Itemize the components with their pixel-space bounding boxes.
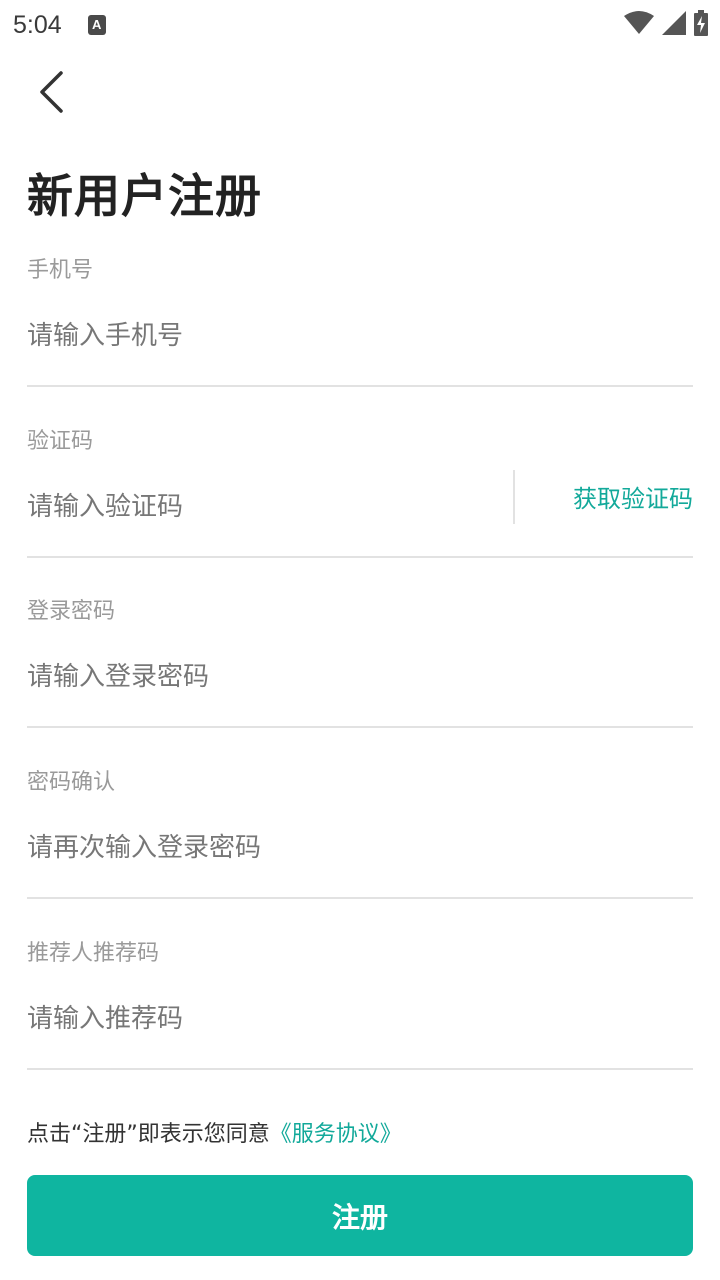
phone-input-wrap bbox=[27, 286, 693, 387]
register-button[interactable]: 注册 bbox=[27, 1175, 693, 1256]
battery-charging-icon bbox=[694, 10, 708, 40]
code-label: 验证码 bbox=[27, 429, 94, 454]
wifi-icon bbox=[624, 11, 654, 39]
register-page: 5:04 A 新用户注册 手机号 请输入手机号 验证码 请输入验证码 获取验证码… bbox=[0, 0, 720, 1280]
password-field-group: 登录密码 bbox=[27, 597, 693, 728]
confirm-password-input[interactable] bbox=[27, 817, 693, 878]
code-input-wrap: 获取验证码 bbox=[27, 457, 693, 558]
back-arrow-icon bbox=[40, 71, 63, 113]
password-label: 登录密码 bbox=[27, 599, 116, 624]
get-code-button[interactable]: 获取验证码 bbox=[573, 479, 693, 514]
page-title: 新用户注册 bbox=[27, 169, 262, 223]
referral-field-group: 推荐人推荐码 bbox=[27, 939, 693, 1070]
confirm-password-input-wrap bbox=[27, 798, 693, 899]
password-input[interactable] bbox=[27, 646, 693, 707]
password-input-wrap bbox=[27, 627, 693, 728]
confirm-password-label: 密码确认 bbox=[27, 770, 116, 795]
phone-label: 手机号 bbox=[27, 258, 94, 283]
agreement-text: 点击“注册”即表示您同意 《服务协议》 bbox=[27, 1116, 402, 1148]
signal-icon bbox=[662, 11, 686, 39]
notification-a-icon: A bbox=[87, 15, 106, 35]
code-input[interactable] bbox=[27, 476, 513, 537]
referral-input-wrap bbox=[27, 969, 693, 1070]
back-button[interactable] bbox=[26, 66, 78, 118]
service-agreement-link[interactable]: 《服务协议》 bbox=[270, 1116, 402, 1148]
status-right bbox=[624, 10, 708, 40]
phone-field-group: 手机号 bbox=[27, 256, 693, 387]
code-divider bbox=[513, 469, 515, 524]
status-left: 5:04 A bbox=[13, 11, 106, 40]
agreement-prefix: 点击“注册”即表示您同意 bbox=[27, 1122, 270, 1147]
status-bar: 5:04 A bbox=[0, 0, 720, 50]
status-time: 5:04 bbox=[13, 10, 62, 39]
code-field-group: 验证码 获取验证码 bbox=[27, 427, 693, 558]
phone-input[interactable] bbox=[27, 305, 693, 366]
referral-input[interactable] bbox=[27, 988, 693, 1049]
referral-label: 推荐人推荐码 bbox=[27, 941, 160, 966]
confirm-password-field-group: 密码确认 bbox=[27, 768, 693, 899]
